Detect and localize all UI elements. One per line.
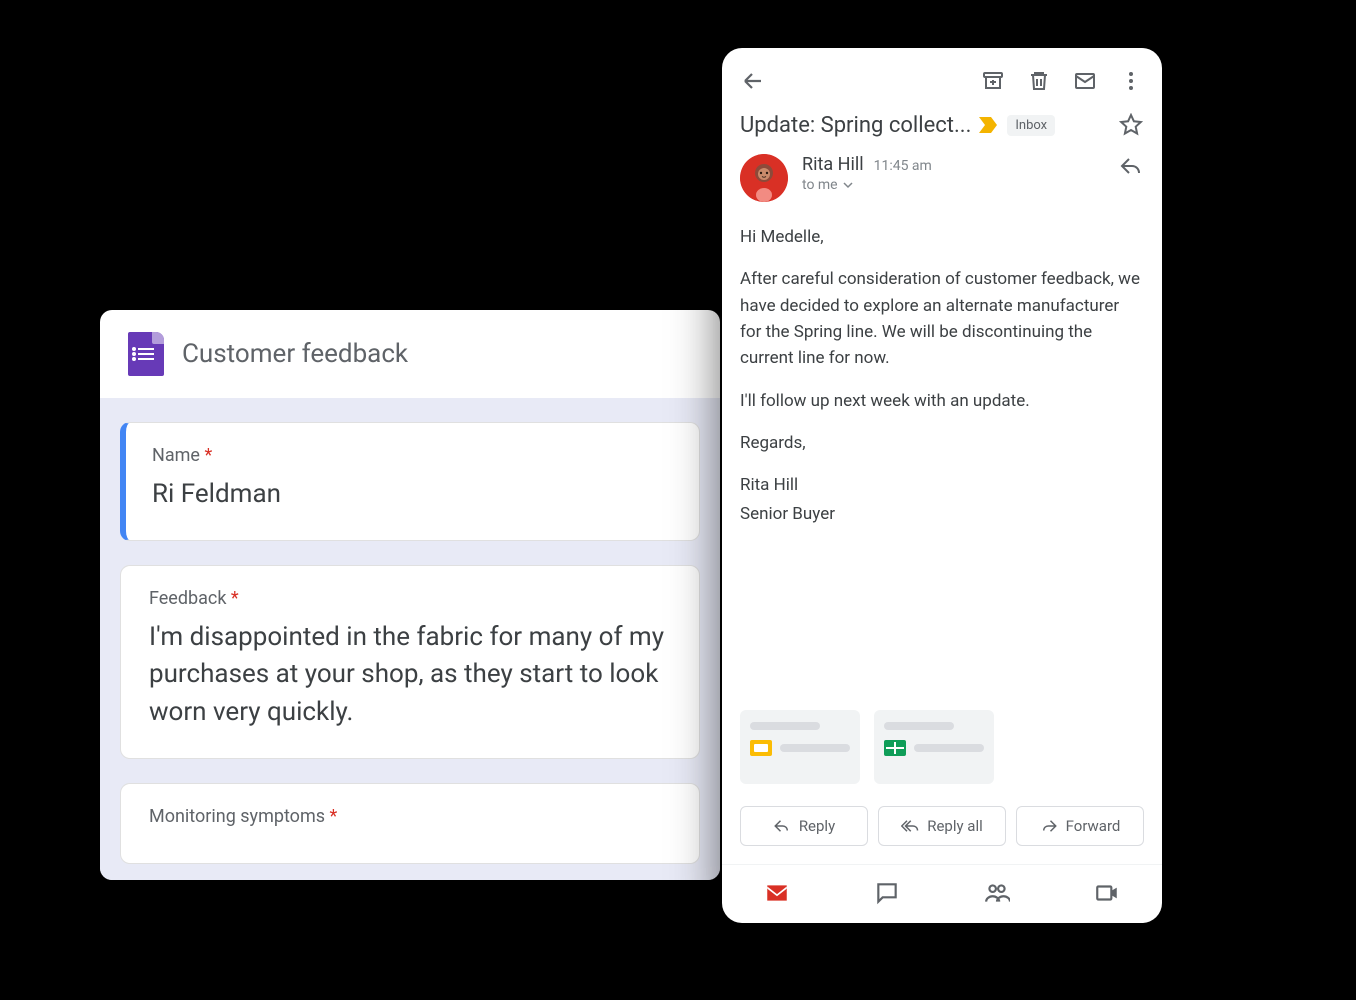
question-label: Feedback * [149, 588, 671, 609]
mark-unread-button[interactable] [1072, 68, 1098, 94]
attachments-row [722, 702, 1162, 802]
email-paragraph: I'll follow up next week with an update. [740, 388, 1144, 414]
mail-icon [1073, 69, 1097, 93]
question-label: Name * [152, 445, 671, 466]
slides-icon [750, 740, 772, 756]
forward-button[interactable]: Forward [1016, 806, 1144, 846]
forms-body: Name * Ri Feldman Feedback * I'm disappo… [100, 398, 720, 880]
nav-spaces[interactable] [983, 879, 1011, 907]
reply-icon [1119, 155, 1143, 179]
reply-all-icon [901, 817, 919, 835]
forms-card: Customer feedback Name * Ri Feldman Feed… [100, 310, 720, 880]
archive-button[interactable] [980, 68, 1006, 94]
attachment-slides[interactable] [740, 710, 860, 784]
arrow-left-icon [741, 69, 765, 93]
sender-name: Rita Hill [802, 154, 864, 175]
sheets-icon [884, 740, 906, 756]
reply-button[interactable]: Reply [740, 806, 868, 846]
forms-title: Customer feedback [182, 339, 408, 369]
subject-row: Update: Spring collect... Inbox [722, 108, 1162, 154]
label-chip[interactable]: Inbox [1007, 115, 1055, 136]
email-subject: Update: Spring collect... [740, 113, 971, 138]
chat-icon [874, 880, 900, 906]
star-button[interactable] [1118, 112, 1144, 138]
mail-filled-icon [764, 880, 790, 906]
gmail-card: Update: Spring collect... Inbox Rita Hil… [722, 48, 1162, 923]
nav-meet[interactable] [1093, 879, 1121, 907]
email-body: Hi Medelle, After careful consideration … [722, 216, 1162, 702]
reply-actions-row: Reply Reply all Forward [722, 802, 1162, 864]
reply-icon-button[interactable] [1118, 154, 1144, 180]
archive-icon [981, 69, 1005, 93]
video-icon [1094, 880, 1120, 906]
trash-icon [1027, 69, 1051, 93]
question-value[interactable]: I'm disappointed in the fabric for many … [149, 619, 671, 732]
email-paragraph: After careful consideration of customer … [740, 266, 1144, 371]
reply-all-button[interactable]: Reply all [878, 806, 1006, 846]
form-question-feedback[interactable]: Feedback * I'm disappointed in the fabri… [120, 565, 700, 759]
nav-mail[interactable] [763, 879, 791, 907]
email-signature-title: Senior Buyer [740, 501, 1144, 527]
people-icon [984, 880, 1010, 906]
more-button[interactable] [1118, 68, 1144, 94]
back-button[interactable] [740, 68, 766, 94]
forward-icon [1040, 817, 1058, 835]
reply-icon [773, 817, 791, 835]
form-question-monitoring[interactable]: Monitoring symptoms * [120, 783, 700, 864]
question-value[interactable]: Ri Feldman [152, 476, 671, 514]
email-signature-name: Rita Hill [740, 472, 1144, 498]
sender-avatar[interactable] [740, 154, 788, 202]
question-label: Monitoring symptoms * [149, 806, 671, 827]
sender-row: Rita Hill 11:45 am to me [722, 154, 1162, 216]
delete-button[interactable] [1026, 68, 1052, 94]
email-closing: Regards, [740, 430, 1144, 456]
sender-meta: Rita Hill 11:45 am to me [802, 154, 1104, 193]
star-icon [1119, 113, 1143, 137]
gmail-toolbar [722, 48, 1162, 108]
email-greeting: Hi Medelle, [740, 224, 1144, 250]
bottom-nav [722, 864, 1162, 923]
chevron-down-icon [842, 179, 854, 191]
forms-app-icon [128, 332, 164, 376]
attachment-sheets[interactable] [874, 710, 994, 784]
sender-time: 11:45 am [874, 158, 932, 174]
form-question-name[interactable]: Name * Ri Feldman [120, 422, 700, 541]
nav-chat[interactable] [873, 879, 901, 907]
important-marker-icon[interactable] [979, 117, 999, 133]
dots-vertical-icon [1119, 69, 1143, 93]
recipient-dropdown[interactable]: to me [802, 177, 1104, 193]
forms-header: Customer feedback [100, 310, 720, 398]
